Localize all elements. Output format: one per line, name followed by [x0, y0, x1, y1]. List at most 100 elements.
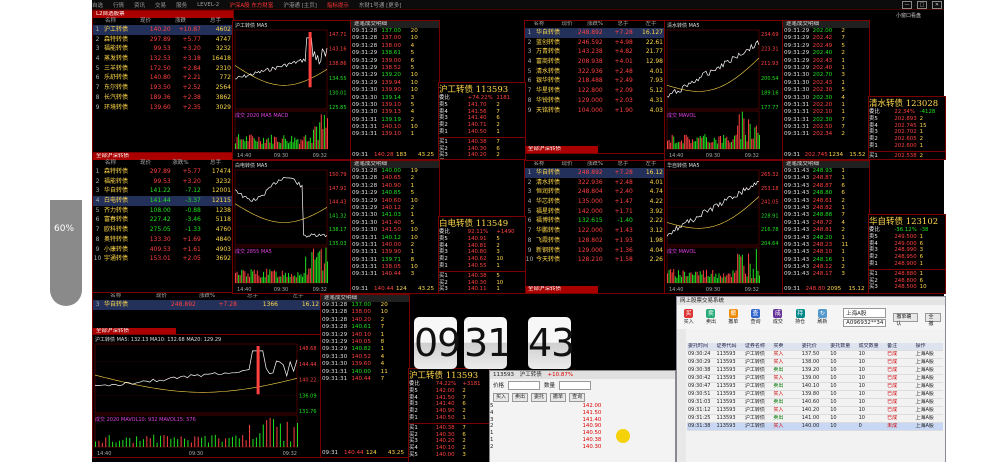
intraday-chart[interactable]: 白电转债 MA5 150.79 147.91 144.43 141.32 138.17 13…	[233, 161, 351, 293]
table-row[interactable]: 3 恒润转债 248.804 +2.40 4.74	[525, 187, 665, 197]
table-row[interactable]: 6 乐舒转债 140.80 +2.21 772	[93, 73, 233, 83]
table-row[interactable]: 9 小康转债 409.53 +1.61 4903	[93, 245, 233, 255]
qty-input[interactable]	[559, 381, 592, 390]
confirm-cancel-button[interactable]: 撤单确认	[893, 312, 919, 327]
minimize-icon[interactable]: —	[902, 0, 912, 9]
menu-item[interactable]: 服务	[176, 1, 187, 9]
intraday-chart[interactable]: 沪工转债 MA5: 132.13 MA10: 132.68 MA20: 129.…	[93, 335, 321, 457]
volume-bar	[317, 252, 319, 283]
table-row[interactable]: 9 新钢转债 129.000 +1.36 4.04	[525, 246, 665, 256]
table-row[interactable]: 8 奥特转债 133.30 +1.69 4840	[93, 235, 233, 245]
table-row[interactable]: 1 华自转债 248.892 +7.28 16.12	[525, 168, 665, 178]
intraday-chart[interactable]: 华自转债 MA5 265.32 253.18 241.05 228.91 216.78 20…	[665, 161, 783, 293]
refresh-tool[interactable]: ↻ 刷新	[815, 309, 830, 325]
cancel-tool[interactable]: 撤撤单	[726, 309, 741, 325]
table-row[interactable]: 5 齐力转债 108.00 -0.88 1238	[93, 206, 233, 216]
user-link[interactable]: 东财1号通 [更多]	[359, 1, 402, 9]
table-row[interactable]: 10 今天转债 128.210 +1.58 2.26	[525, 255, 665, 265]
table-row[interactable]: 4 华芯转债 135.000 +1.47 4.22	[525, 197, 665, 207]
cancel-all-button[interactable]: 全撤	[925, 312, 942, 327]
order-row[interactable]: 09:31:03 113593 沪工转债 卖出 140.60 10 10 已成 上海A股	[687, 399, 943, 407]
table-row[interactable]: 6 富春转债 227.42 -3.46 5118	[93, 215, 233, 225]
table-row[interactable]: 4 蒸发转债 132.53 +3.18 16418	[93, 54, 233, 64]
table-row[interactable]: 7 东尔转债 193.50 +2.52 2564	[93, 83, 233, 93]
order-cell: 买入	[773, 391, 784, 397]
deal-tool[interactable]: 成成交	[770, 309, 785, 325]
intraday-chart[interactable]: 清水转债 MA5 234.69 223.31 211.93 200.54 189.16 17…	[665, 21, 783, 159]
table-row[interactable]: 10 宇通转债 153.01 +2.05 3692	[93, 254, 233, 264]
maximize-icon[interactable]: □	[917, 0, 927, 9]
query-button[interactable]: 查询	[569, 393, 586, 402]
menu-item[interactable]: 资讯	[134, 1, 145, 9]
tick-volume: 2	[841, 227, 845, 234]
menu-item[interactable]: 交易	[155, 1, 166, 9]
order-row[interactable]: 09:31:38 113593 沪工转债 买入 140.00 10 0 未成 上海A股	[687, 423, 943, 431]
query-tool[interactable]: 查查询	[748, 309, 763, 325]
table-row[interactable]: 8 飞霞转债 128.802 +1.93 1.98	[525, 236, 665, 246]
buy-tool[interactable]: 买买入	[681, 309, 696, 325]
tick-row: 09:31:43 248.80 6	[783, 190, 869, 197]
table-row[interactable]: 6 银华转债 218.488 +2.49 7.93	[525, 76, 665, 86]
table-row[interactable]: 7 欧科转债 275.05 -1.33 4760	[93, 225, 233, 235]
table-row[interactable]: 2 森特转债 297.89 +5.77 4747	[93, 35, 233, 45]
volume-bar	[122, 439, 124, 447]
order-row[interactable]: 09:31:12 113593 沪工转债 买入 140.20 10 10 已成 上海A股	[687, 407, 943, 415]
table-row[interactable]: 5 三羊转债 172.50 +2.84 2310	[93, 64, 233, 74]
bond-code[interactable]: 113593	[493, 372, 514, 378]
table-row[interactable]: 1 森特转债 297.89 +5.77 17474	[93, 167, 233, 177]
table-row[interactable]: 5 清水转债 322.936 +2.48 4.01	[525, 67, 665, 77]
sell-button[interactable]: 卖出	[512, 393, 529, 402]
small-window-label[interactable]: 小窗口看盘	[896, 12, 944, 20]
table-row[interactable]: 7 华星转债 122.800 +2.09 5.12	[525, 86, 665, 96]
order-row[interactable]: 09:30:38 113593 沪工转债 卖出 139.20 10 10 已成 上海A股	[687, 367, 943, 375]
alert-link[interactable]: 指标提示	[327, 1, 349, 9]
progress-pill[interactable]	[50, 200, 82, 306]
table-row[interactable]: 2 清水转债 322.936 +2.48 4.01	[525, 178, 665, 188]
order-row[interactable]: 09:30:51 113593 沪工转债 买入 139.80 10 10 已成 上海A股	[687, 391, 943, 399]
table-row[interactable]: 2 福能转债 99.53 +3.20 3232	[93, 177, 233, 187]
order-row[interactable]: 09:30:29 113593 沪工转债 买入 138.00 10 10 已成 上海A股	[687, 359, 943, 367]
order-row[interactable]: 09:31:25 113593 沪工转债 卖出 141.00 10 10 已成 上海A股	[687, 415, 943, 423]
table-row[interactable]: 1 华自转债 248.892 +7.28 16.127	[525, 28, 665, 38]
ask-volume: 6	[496, 115, 500, 122]
menu-item[interactable]: 自选	[92, 1, 103, 9]
table-row[interactable]: 4 白电转债 141.44 -3.37 12115	[93, 196, 233, 206]
table-row[interactable]: 8 长汽转债 189.36 +2.38 3862	[93, 93, 233, 103]
table-row[interactable]: 9 环境转债 139.60 +2.35 3029	[93, 103, 233, 113]
price-tick: 147.71	[329, 32, 347, 38]
table-row[interactable]: 2 蓝创转债 246.592 +4.98 22.61	[525, 38, 665, 48]
price-input[interactable]	[508, 381, 541, 390]
table-row[interactable]	[93, 310, 321, 320]
order-row[interactable]: 09:30:24 113593 沪工转债 买入 137.50 10 10 已成 上海A股	[687, 351, 943, 359]
table-row[interactable]: 3 华自转债 141.22 -7.12 12001	[93, 186, 233, 196]
position-tool[interactable]: 持持仓	[792, 309, 807, 325]
intraday-chart[interactable]: 沪工转债 MA5 147.71 143.16 138.86 134.55 130.01 12…	[233, 21, 351, 159]
market-select[interactable]: 上海A股	[843, 307, 887, 318]
account-select[interactable]: A096932**34	[843, 318, 887, 327]
volume-bar	[255, 273, 257, 283]
table-row[interactable]: 5 福星转债 142.000 +1.71 3.92	[525, 207, 665, 217]
side-tree[interactable]	[677, 329, 686, 462]
order-button[interactable]: 委托	[531, 393, 548, 402]
menu-item[interactable]: 行情	[113, 1, 124, 9]
table-row[interactable]: 7 华鹏转债 122.000 +1.43 3.12	[525, 226, 665, 236]
table-row[interactable]: 8 华锐转债 129.000 +2.03 4.31	[525, 96, 665, 106]
bond-name: 银华转债	[536, 77, 561, 85]
buy-button[interactable]: 买入	[493, 393, 510, 402]
table-row[interactable]: 1 沪工转债 140.20 +10.87 4602	[93, 25, 233, 35]
table-row[interactable]: 9 天铭转债 104.000 +1.90 4.03	[525, 106, 665, 116]
bond-name: 宇通转债	[104, 255, 129, 263]
sell-tool[interactable]: 卖卖出	[703, 309, 718, 325]
order-row[interactable]: 09:30:42 113593 沪工转债 买入 139.00 10 10 已成 上海A股	[687, 375, 943, 383]
app-subtitle[interactable]: 沪港通 [主页]	[283, 1, 317, 9]
table-row[interactable]: 3 华自转债 248.892 +7.28 1366 16.12	[93, 300, 321, 310]
table-row[interactable]: 3 福能转债 99.53 +3.20 3232	[93, 44, 233, 54]
table-row[interactable]: 4 富商转债 208.938 +4.01 12.98	[525, 57, 665, 67]
tick-price: 202.50	[812, 124, 833, 131]
menu-item[interactable]: LEVEL-2	[197, 2, 219, 8]
close-icon[interactable]: ✕	[932, 0, 942, 9]
cancel-order-button[interactable]: 撤单	[550, 393, 567, 402]
order-row[interactable]: 09:30:47 113593 沪工转债 卖出 140.10 10 10 已成 上海A股	[687, 383, 943, 391]
table-row[interactable]: 3 万青转债 143.238 +4.82 21.77	[525, 47, 665, 57]
table-row[interactable]: 6 福博转债 132.615 -1.40 2.22	[525, 216, 665, 226]
